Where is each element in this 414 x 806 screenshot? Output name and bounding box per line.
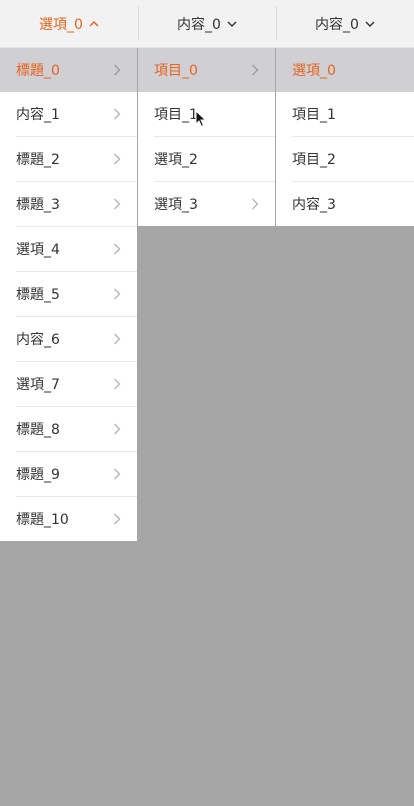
menu-item[interactable]: 選項_7	[0, 362, 137, 406]
chevron-up-icon	[89, 19, 99, 29]
filter-tab-1[interactable]: 選項_0	[0, 0, 138, 47]
filter-tab-3[interactable]: 内容_0	[276, 0, 414, 47]
menu-column-1: 標題_0 内容_1 標題_2 標題_3 選項_4 標題_5 内容_6 選項_7 …	[0, 48, 137, 541]
mouse-pointer-icon	[195, 109, 207, 128]
menu-item[interactable]: 標題_8	[0, 407, 137, 451]
chevron-right-icon	[113, 288, 121, 300]
menu-item-label: 標題_0	[16, 63, 60, 79]
chevron-right-icon	[113, 513, 121, 525]
menu-item[interactable]: 標題_9	[0, 452, 137, 496]
chevron-right-icon	[113, 108, 121, 120]
chevron-right-icon	[251, 64, 259, 76]
chevron-right-icon	[113, 153, 121, 165]
menu-item-label: 選項_3	[154, 197, 198, 213]
menu-item-label: 項目_0	[154, 63, 198, 79]
menu-item[interactable]: 標題_10	[0, 497, 137, 541]
menu-item-label: 標題_2	[16, 152, 60, 168]
menu-item[interactable]: 標題_2	[0, 137, 137, 181]
menu-item-label: 選項_7	[16, 377, 60, 393]
chevron-right-icon	[251, 198, 259, 210]
menu-item[interactable]: 選項_4	[0, 227, 137, 271]
menu-item[interactable]: 項目_1	[276, 92, 414, 136]
menu-item[interactable]: 内容_3	[276, 182, 414, 226]
filter-tab-label: 選項_0	[39, 16, 83, 33]
menu-item-label: 項目_2	[292, 152, 336, 168]
menu-item-label: 標題_8	[16, 422, 60, 438]
menu-item[interactable]: 標題_3	[0, 182, 137, 226]
menu-item-label: 標題_3	[16, 197, 60, 213]
chevron-right-icon	[113, 468, 121, 480]
menu-item-label: 標題_5	[16, 287, 60, 303]
menu-item[interactable]: 選項_0	[276, 48, 414, 92]
menu-item-label: 内容_6	[16, 332, 60, 348]
cascade-menu: 標題_0 内容_1 標題_2 標題_3 選項_4 標題_5 内容_6 選項_7 …	[0, 48, 414, 806]
menu-item-label: 選項_4	[16, 242, 60, 258]
chevron-down-icon	[227, 19, 237, 29]
chevron-right-icon	[113, 378, 121, 390]
menu-item[interactable]: 選項_3	[138, 182, 275, 226]
menu-item-label: 選項_0	[292, 63, 336, 79]
chevron-right-icon	[113, 198, 121, 210]
menu-item[interactable]: 項目_2	[276, 137, 414, 181]
menu-column-2: 項目_0 項目_1 選項_2 選項_3	[138, 48, 275, 226]
menu-item-label: 項目_1	[292, 107, 336, 123]
menu-item[interactable]: 内容_6	[0, 317, 137, 361]
menu-item[interactable]: 標題_0	[0, 48, 137, 92]
filter-tab-label: 内容_0	[177, 16, 221, 33]
filter-tab-label: 内容_0	[315, 16, 359, 33]
menu-item[interactable]: 標題_5	[0, 272, 137, 316]
menu-item-label: 内容_1	[16, 107, 60, 123]
menu-item-label: 標題_10	[16, 512, 69, 528]
menu-item-label: 内容_3	[292, 197, 336, 213]
filter-tab-bar: 選項_0 内容_0 内容_0	[0, 0, 414, 48]
menu-item-label: 標題_9	[16, 467, 60, 483]
chevron-down-icon	[365, 19, 375, 29]
chevron-right-icon	[113, 423, 121, 435]
chevron-right-icon	[113, 64, 121, 76]
menu-item[interactable]: 内容_1	[0, 92, 137, 136]
menu-column-3: 選項_0 項目_1 項目_2 内容_3	[276, 48, 414, 226]
menu-item[interactable]: 項目_0	[138, 48, 275, 92]
chevron-right-icon	[113, 333, 121, 345]
filter-tab-2[interactable]: 内容_0	[138, 0, 276, 47]
menu-item-label: 項目_1	[154, 107, 198, 123]
chevron-right-icon	[113, 243, 121, 255]
menu-item[interactable]: 選項_2	[138, 137, 275, 181]
menu-item-label: 選項_2	[154, 152, 198, 168]
